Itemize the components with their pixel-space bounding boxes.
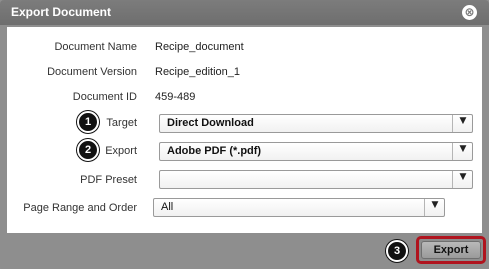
document-name-label: Document Name bbox=[54, 41, 137, 53]
page-range-label: Page Range and Order bbox=[23, 202, 137, 214]
document-version-label: Document Version bbox=[47, 66, 137, 78]
export-button-label: Export bbox=[433, 244, 469, 256]
export-format-select[interactable]: Adobe PDF (*.pdf) ▼ bbox=[159, 142, 473, 161]
pdf-preset-select[interactable]: ▼ bbox=[159, 170, 473, 189]
step-badge-3: 3 bbox=[386, 240, 408, 262]
target-select[interactable]: Direct Download ▼ bbox=[159, 114, 473, 133]
dialog-titlebar: Export Document ⊗ bbox=[0, 0, 489, 25]
dialog-title: Export Document bbox=[11, 5, 112, 19]
export-button[interactable]: Export bbox=[421, 241, 481, 259]
dialog-content-panel: Document Name Recipe_document Document V… bbox=[7, 27, 482, 233]
target-dropdown-button[interactable]: ▼ bbox=[452, 115, 472, 132]
document-id-value: 459-489 bbox=[155, 91, 196, 103]
close-icon: ⊗ bbox=[464, 5, 475, 19]
document-id-label: Document ID bbox=[72, 91, 137, 103]
pdf-preset-label: PDF Preset bbox=[80, 174, 137, 186]
export-format-value: Adobe PDF (*.pdf) bbox=[167, 145, 262, 157]
page-range-select[interactable]: All ▼ bbox=[153, 198, 445, 217]
document-version-value: Recipe_edition_1 bbox=[155, 66, 241, 78]
chevron-down-icon: ▼ bbox=[431, 200, 439, 210]
export-format-label: Export bbox=[105, 145, 137, 157]
target-select-value: Direct Download bbox=[167, 117, 254, 129]
chevron-down-icon: ▼ bbox=[459, 172, 467, 182]
chevron-down-icon: ▼ bbox=[459, 144, 467, 154]
pdf-preset-dropdown-button[interactable]: ▼ bbox=[452, 171, 472, 188]
export-button-highlight: Export bbox=[416, 236, 486, 264]
page-range-dropdown-button[interactable]: ▼ bbox=[424, 199, 444, 216]
page-range-value: All bbox=[161, 201, 174, 213]
chevron-down-icon: ▼ bbox=[459, 116, 467, 126]
target-label: Target bbox=[106, 117, 137, 129]
export-format-dropdown-button[interactable]: ▼ bbox=[452, 143, 472, 160]
export-document-dialog: Export Document ⊗ Document Name Recipe_d… bbox=[0, 0, 489, 269]
document-name-value: Recipe_document bbox=[155, 41, 244, 53]
close-button[interactable]: ⊗ bbox=[462, 5, 477, 20]
